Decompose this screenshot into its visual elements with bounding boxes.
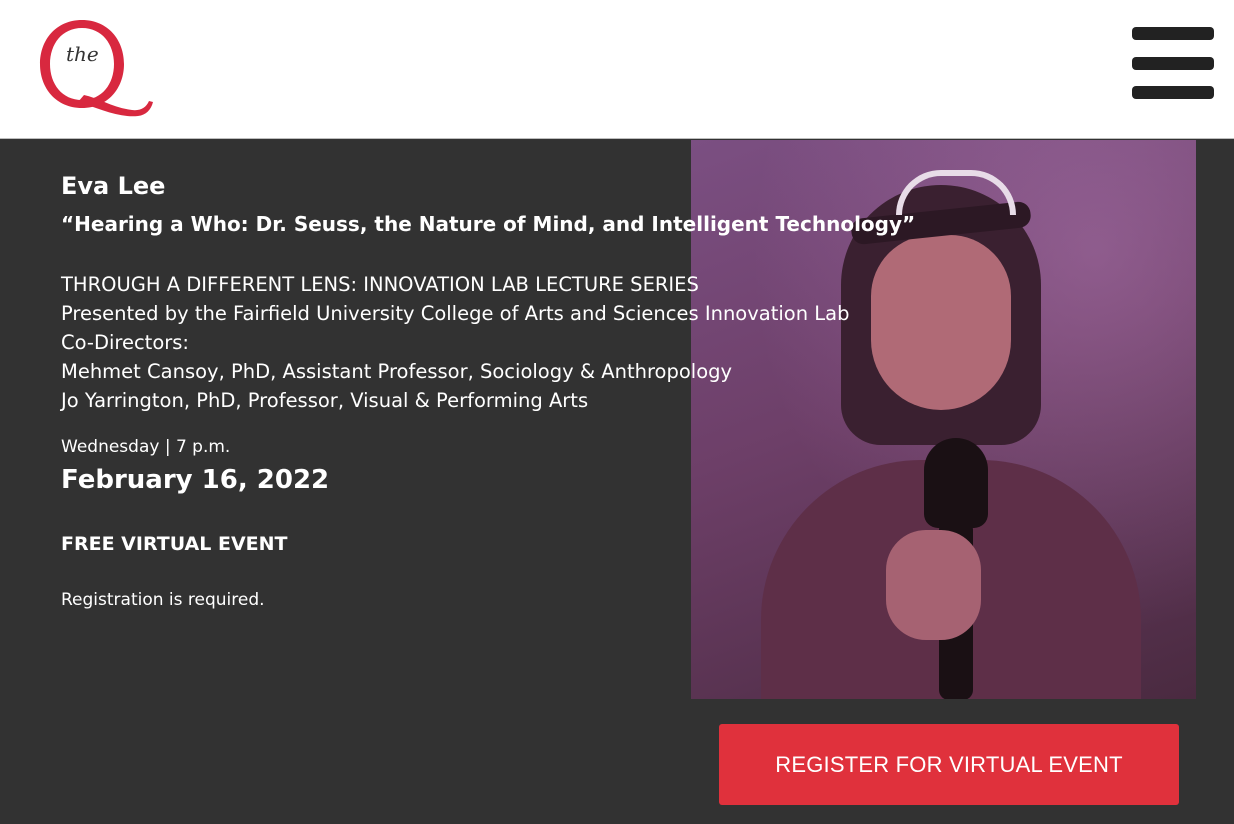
the-q-logo[interactable]: the [38,16,156,120]
microphone [924,438,988,528]
series-line: Presented by the Fairfield University Co… [61,302,850,325]
q-letter-icon [40,20,153,117]
hamburger-menu-icon[interactable] [1130,27,1215,103]
menu-bar [1132,27,1214,40]
talk-title: “Hearing a Who: Dr. Seuss, the Nature of… [61,212,916,236]
event-section: Eva Lee “Hearing a Who: Dr. Seuss, the N… [0,140,1234,824]
speaker-name: Eva Lee [61,172,166,200]
event-date: February 16, 2022 [61,465,330,495]
register-button[interactable]: REGISTER FOR VIRTUAL EVENT [719,724,1179,805]
menu-bar [1132,86,1214,99]
series-info: THROUGH A DIFFERENT LENS: INNOVATION LAB… [61,270,849,415]
series-line: Mehmet Cansoy, PhD, Assistant Professor,… [61,360,733,383]
logo-text: the [66,42,99,66]
admission-label: FREE VIRTUAL EVENT [61,533,288,555]
series-line: Co-Directors: [61,331,190,354]
series-line: THROUGH A DIFFERENT LENS: INNOVATION LAB… [61,273,699,296]
event-day-time: Wednesday | 7 p.m. [61,437,231,457]
registration-note: Registration is required. [61,590,265,610]
site-header: the [0,0,1234,139]
series-line: Jo Yarrington, PhD, Professor, Visual & … [61,389,589,412]
menu-bar [1132,57,1214,70]
